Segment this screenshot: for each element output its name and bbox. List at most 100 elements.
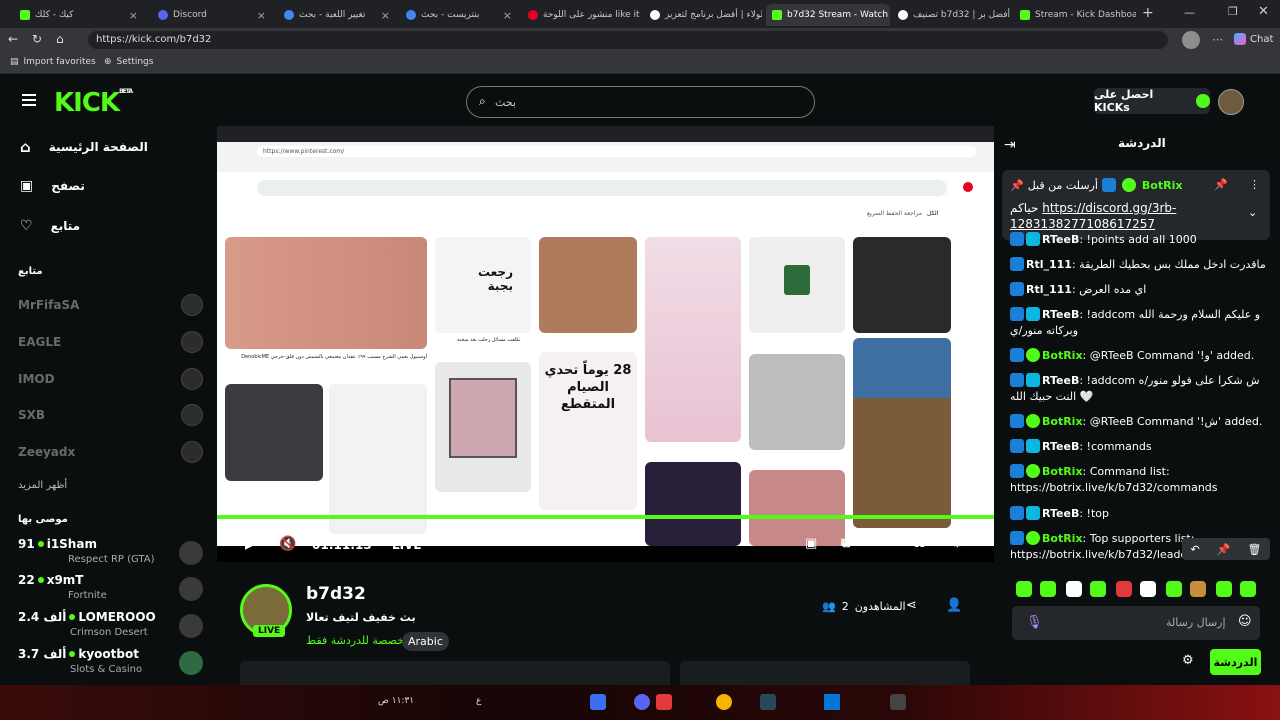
sidebar-item-home[interactable]: ⌂ الصفحة الرئيسية xyxy=(20,138,148,156)
mute-icon[interactable]: 🔇 xyxy=(279,536,296,552)
chat-username[interactable]: Rtl_111 xyxy=(1026,283,1072,296)
input-language[interactable]: ع xyxy=(476,696,481,706)
theatre-mode-icon[interactable]: ▭ xyxy=(877,536,889,551)
video-progress-bar[interactable] xyxy=(217,515,994,519)
emote-icon[interactable] xyxy=(1190,581,1206,597)
channel-name[interactable]: b7d32 xyxy=(306,584,366,604)
chat-username[interactable]: RTeeB xyxy=(1042,308,1079,321)
collapse-chat-icon[interactable]: ⇥ xyxy=(1004,137,1016,153)
delete-icon[interactable]: 🗑 xyxy=(1248,543,1262,556)
browser-tab[interactable]: Discord × xyxy=(152,4,272,26)
search-input[interactable]: ⌕ بحث xyxy=(466,86,815,118)
emote-icon[interactable] xyxy=(1090,581,1106,597)
back-icon[interactable]: ← xyxy=(8,32,18,46)
emote-icon[interactable] xyxy=(1140,581,1156,597)
microphone-icon[interactable]: 🎙 xyxy=(1026,615,1043,630)
favorite-channel[interactable]: SXB xyxy=(18,401,203,429)
more-menu-icon[interactable]: ⋯ xyxy=(1212,33,1223,46)
windows-start-icon[interactable] xyxy=(824,694,840,710)
app-icon[interactable] xyxy=(890,694,906,710)
app-icon[interactable] xyxy=(590,694,606,710)
emoji-icon[interactable]: ☺ xyxy=(1238,614,1252,629)
emote-icon[interactable] xyxy=(1040,581,1056,597)
discord-icon[interactable] xyxy=(634,694,650,710)
chat-username[interactable]: BotRix xyxy=(1042,532,1083,545)
sidebar-item-browse[interactable]: ▣ تصفح xyxy=(20,178,85,194)
browser-tab[interactable]: Stream - Kick Dashboard× xyxy=(1014,4,1136,26)
minimize-icon[interactable]: — xyxy=(1184,6,1195,19)
browser-tab[interactable]: تصنيف b7d32 | أفضل بر× xyxy=(892,4,1010,26)
bookmark-settings[interactable]: ⊕ Settings xyxy=(104,57,153,67)
favorite-channel[interactable]: IMOD xyxy=(18,365,203,393)
url-input[interactable]: https://kick.com/b7d32 xyxy=(88,31,1168,49)
close-icon[interactable]: × xyxy=(129,9,138,22)
chat-input[interactable]: 🎙 إرسال رسالة ☺ xyxy=(1012,606,1260,640)
settings-gear-icon[interactable]: ⚙ xyxy=(951,535,964,551)
emote-icon[interactable] xyxy=(1216,581,1232,597)
profile-avatar[interactable] xyxy=(1182,31,1200,49)
close-window-icon[interactable]: ✕ xyxy=(1258,4,1269,19)
recommended-channel[interactable]: 22 x9mT Fortnite xyxy=(18,573,203,607)
sidebar-item-following[interactable]: ♡ متابع xyxy=(20,218,80,234)
recommended-channel[interactable]: 91 i1Sham Respect RP (GTA) xyxy=(18,537,203,571)
chevron-down-icon[interactable]: ⌄ xyxy=(1248,206,1257,219)
browser-tab[interactable]: الولاء | أفضل برنامج لتعزيز× xyxy=(644,4,762,26)
more-options-icon[interactable]: ⋮ xyxy=(1249,178,1260,191)
user-avatar[interactable] xyxy=(1218,89,1244,115)
emote-icon[interactable] xyxy=(1016,581,1032,597)
fullscreen-icon[interactable]: ⛶ xyxy=(915,536,924,551)
chat-username[interactable]: RTeeB xyxy=(1042,374,1079,387)
get-kicks-button[interactable]: احصل على KICKs xyxy=(1094,88,1210,114)
live-label[interactable]: LIVE xyxy=(392,538,422,552)
chat-username[interactable]: BotRix xyxy=(1042,349,1083,362)
browser-tab[interactable]: كيك - كلك × xyxy=(14,4,144,26)
bookmark-import[interactable]: ▤ Import favorites xyxy=(10,57,96,67)
browser-tab[interactable]: منشور على اللوحة like it× xyxy=(522,4,640,26)
send-chat-button[interactable]: الدردشة xyxy=(1210,649,1261,675)
emote-icon[interactable] xyxy=(1240,581,1256,597)
app-icon[interactable] xyxy=(656,694,672,710)
close-icon[interactable]: × xyxy=(381,9,390,22)
close-icon[interactable]: × xyxy=(503,9,512,22)
favorite-channel[interactable]: Zeeyadx xyxy=(18,438,203,466)
hamburger-menu-icon[interactable] xyxy=(22,94,36,106)
share-icon[interactable]: ⋖ xyxy=(906,598,917,613)
pip-icon[interactable]: ⧉ xyxy=(841,536,850,551)
favorite-channel[interactable]: MrFifaSA xyxy=(18,291,203,319)
clock[interactable]: ١١:٣١ ص xyxy=(378,696,414,706)
chat-username[interactable]: Rtl_111 xyxy=(1026,258,1072,271)
kick-logo[interactable]: KICKBETA xyxy=(54,88,133,118)
new-tab-icon[interactable]: + xyxy=(1142,5,1154,21)
follow-user-icon[interactable]: 👤 xyxy=(946,598,962,613)
clip-icon[interactable]: ▣ xyxy=(805,536,817,551)
chat-username[interactable]: RTeeB xyxy=(1042,507,1079,520)
play-icon[interactable]: ▶ xyxy=(245,536,256,552)
reload-icon[interactable]: ↻ xyxy=(32,32,42,46)
chat-username[interactable]: RTeeB xyxy=(1042,440,1079,453)
chat-username[interactable]: RTeeB xyxy=(1042,233,1079,246)
recommended-channel[interactable]: 3.7 ألف kyootbot Slots & Casino xyxy=(18,647,203,681)
show-more-link[interactable]: أظهر المزيد xyxy=(18,480,67,491)
emote-icon[interactable] xyxy=(1116,581,1132,597)
pin-message-icon[interactable]: 📌 xyxy=(1217,543,1231,556)
copilot-button[interactable]: Chat xyxy=(1234,33,1273,45)
favorite-channel[interactable]: EAGLE xyxy=(18,328,203,356)
close-icon[interactable]: × xyxy=(257,9,266,22)
tag-language[interactable]: Arabic xyxy=(402,632,449,651)
chat-username[interactable]: BotRix xyxy=(1042,415,1083,428)
unpin-icon[interactable]: 📌 xyxy=(1214,178,1228,191)
emote-icon[interactable] xyxy=(1166,581,1182,597)
emote-icon[interactable] xyxy=(1066,581,1082,597)
steam-icon[interactable] xyxy=(760,694,776,710)
browser-tab[interactable]: تغيير اللعبة - بحث × xyxy=(278,4,396,26)
chrome-icon[interactable] xyxy=(716,694,732,710)
reply-icon[interactable]: ↶ xyxy=(1191,543,1200,556)
browser-tab[interactable]: بنتريست - بحث × xyxy=(400,4,518,26)
chat-settings-icon[interactable]: ⚙ xyxy=(1182,653,1194,668)
tag-chat-only[interactable]: مخصصة للدردشة فقط xyxy=(306,634,410,647)
chat-username[interactable]: BotRix xyxy=(1042,465,1083,478)
maximize-icon[interactable]: ❐ xyxy=(1228,5,1238,18)
home-icon[interactable]: ⌂ xyxy=(56,32,64,46)
recommended-channel[interactable]: 2.4 ألف LOMEROOO Crimson Desert xyxy=(18,610,203,644)
browser-tab-active[interactable]: b7d32 Stream - Watch Live× xyxy=(766,4,890,26)
